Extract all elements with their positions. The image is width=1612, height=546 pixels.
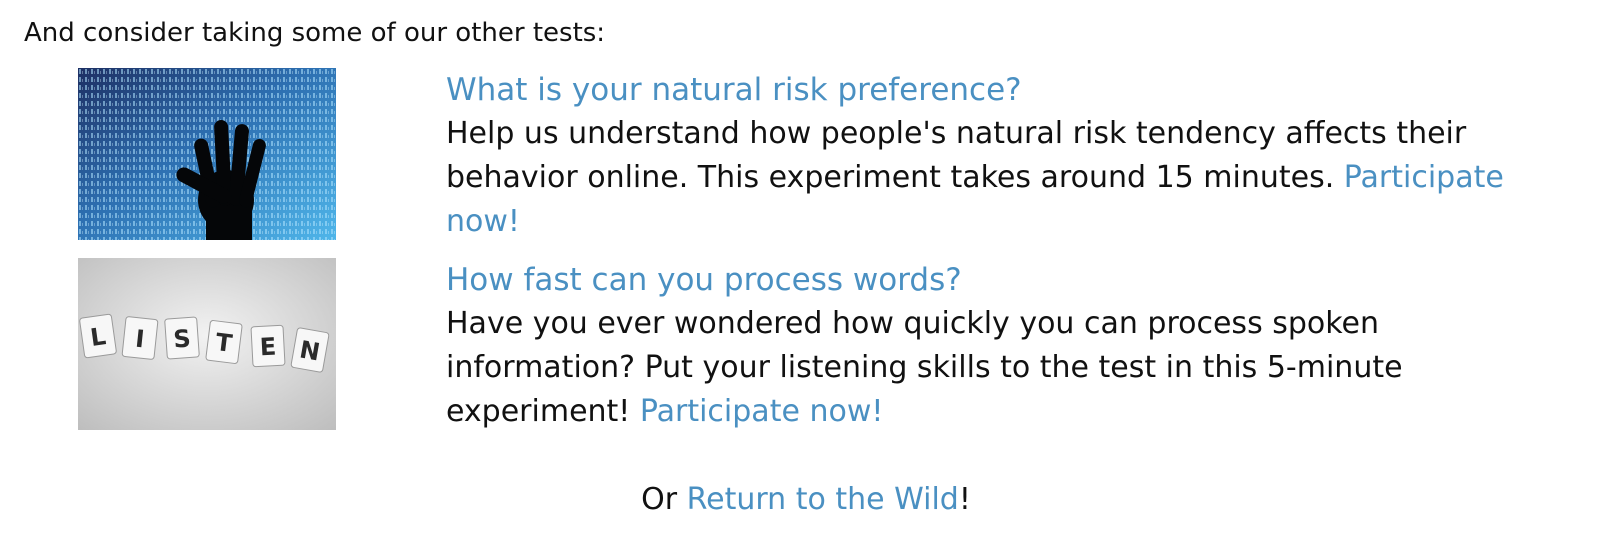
footer-suffix: !: [958, 482, 971, 517]
words-test-participate-link[interactable]: Participate now!: [640, 394, 884, 429]
words-test-title-link[interactable]: How fast can you process words?: [446, 260, 962, 300]
words-test-description: Have you ever wondered how quickly you c…: [446, 302, 1526, 434]
risk-test-thumbnail[interactable]: [78, 68, 336, 240]
risk-test-description: Help us understand how people's natural …: [446, 112, 1526, 244]
footer-prefix: Or: [641, 482, 687, 517]
risk-test-text: What is your natural risk preference? He…: [446, 70, 1526, 244]
listen-tiles-image: L I S T E N: [78, 258, 336, 430]
tile-letter-5: E: [259, 333, 277, 362]
hand-binary-image: [78, 68, 336, 240]
risk-test-description-text: Help us understand how people's natural …: [446, 116, 1467, 195]
footer-return: Or Return to the Wild!: [0, 480, 1612, 520]
words-test-thumbnail[interactable]: L I S T E N: [78, 258, 336, 430]
tile-letter-3: S: [172, 324, 191, 353]
words-test-text: How fast can you process words? Have you…: [446, 260, 1526, 434]
return-to-wild-link[interactable]: Return to the Wild: [687, 482, 959, 517]
page: And consider taking some of our other te…: [0, 0, 1612, 546]
intro-text: And consider taking some of our other te…: [24, 18, 606, 48]
words-test-description-text: Have you ever wondered how quickly you c…: [446, 306, 1403, 429]
risk-test-title-link[interactable]: What is your natural risk preference?: [446, 70, 1022, 110]
